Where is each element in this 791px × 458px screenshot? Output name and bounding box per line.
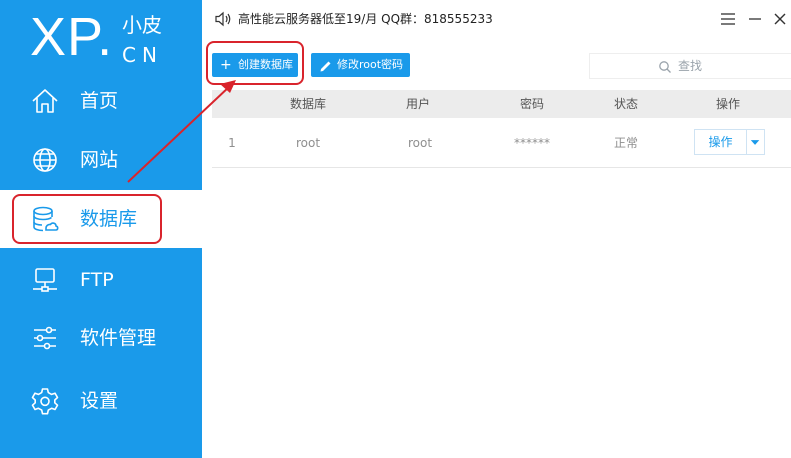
row-password: ****** bbox=[514, 136, 550, 150]
gear-icon bbox=[30, 386, 60, 416]
table-row: 1 root root ****** 正常 操作 bbox=[212, 118, 791, 168]
search-placeholder: 查找 bbox=[678, 59, 703, 73]
home-icon bbox=[30, 86, 60, 116]
column-header-password: 密码 bbox=[519, 97, 544, 111]
change-root-password-label: 修改root密码 bbox=[337, 58, 404, 71]
change-root-password-button[interactable]: 修改root密码 bbox=[311, 53, 410, 77]
column-header-action: 操作 bbox=[715, 97, 740, 111]
title-text: 高性能云服务器低至19/月 QQ群：818555233 bbox=[238, 12, 493, 26]
row-database: root bbox=[295, 136, 321, 150]
sidebar-item-label: 设置 bbox=[80, 390, 119, 412]
annotation-highlight-database bbox=[12, 194, 162, 244]
ftp-server-icon bbox=[30, 265, 60, 295]
sidebar-item-ftp[interactable]: FTP bbox=[0, 251, 202, 309]
row-user: root bbox=[407, 136, 433, 150]
column-header-user: 用户 bbox=[405, 97, 430, 111]
speaker-icon bbox=[214, 11, 232, 27]
close-icon[interactable] bbox=[770, 9, 790, 29]
app-window: XP. 小皮 CN 首页 网站 数据库 FTP 软件管理 设置 高性能云服务器低… bbox=[0, 0, 791, 458]
caret-down-icon bbox=[750, 140, 760, 145]
logo-sub: 小皮 bbox=[122, 13, 162, 37]
row-action-dropdown[interactable] bbox=[747, 129, 765, 155]
sidebar: XP. 小皮 CN 首页 网站 数据库 FTP 软件管理 设置 bbox=[0, 0, 202, 458]
sidebar-item-label: FTP bbox=[80, 269, 114, 291]
column-header-status: 状态 bbox=[613, 97, 638, 111]
search-input[interactable]: 查找 bbox=[589, 53, 791, 79]
column-header-database: 数据库 bbox=[289, 97, 326, 111]
sidebar-item-label: 网站 bbox=[80, 149, 119, 171]
search-icon bbox=[658, 59, 672, 73]
sliders-icon bbox=[30, 323, 60, 353]
pencil-icon bbox=[319, 58, 333, 72]
row-index: 1 bbox=[228, 136, 236, 150]
minimize-icon[interactable] bbox=[745, 9, 765, 29]
table-header: 数据库 用户 密码 状态 操作 bbox=[212, 90, 791, 118]
sidebar-item-label: 软件管理 bbox=[80, 327, 157, 349]
sidebar-item-software[interactable]: 软件管理 bbox=[0, 309, 202, 367]
annotation-highlight-create bbox=[206, 41, 304, 85]
logo-cn: CN bbox=[122, 43, 163, 67]
row-status: 正常 bbox=[613, 136, 638, 150]
row-action-button[interactable]: 操作 bbox=[694, 129, 747, 155]
sidebar-item-label: 首页 bbox=[80, 90, 119, 112]
title-bar: 高性能云服务器低至19/月 QQ群：818555233 bbox=[202, 0, 791, 38]
menu-icon[interactable] bbox=[718, 9, 738, 29]
logo-main: XP. bbox=[30, 7, 114, 67]
sidebar-item-website[interactable]: 网站 bbox=[0, 131, 202, 189]
globe-icon bbox=[30, 145, 60, 175]
sidebar-item-home[interactable]: 首页 bbox=[0, 72, 202, 130]
sidebar-item-settings[interactable]: 设置 bbox=[0, 372, 202, 430]
